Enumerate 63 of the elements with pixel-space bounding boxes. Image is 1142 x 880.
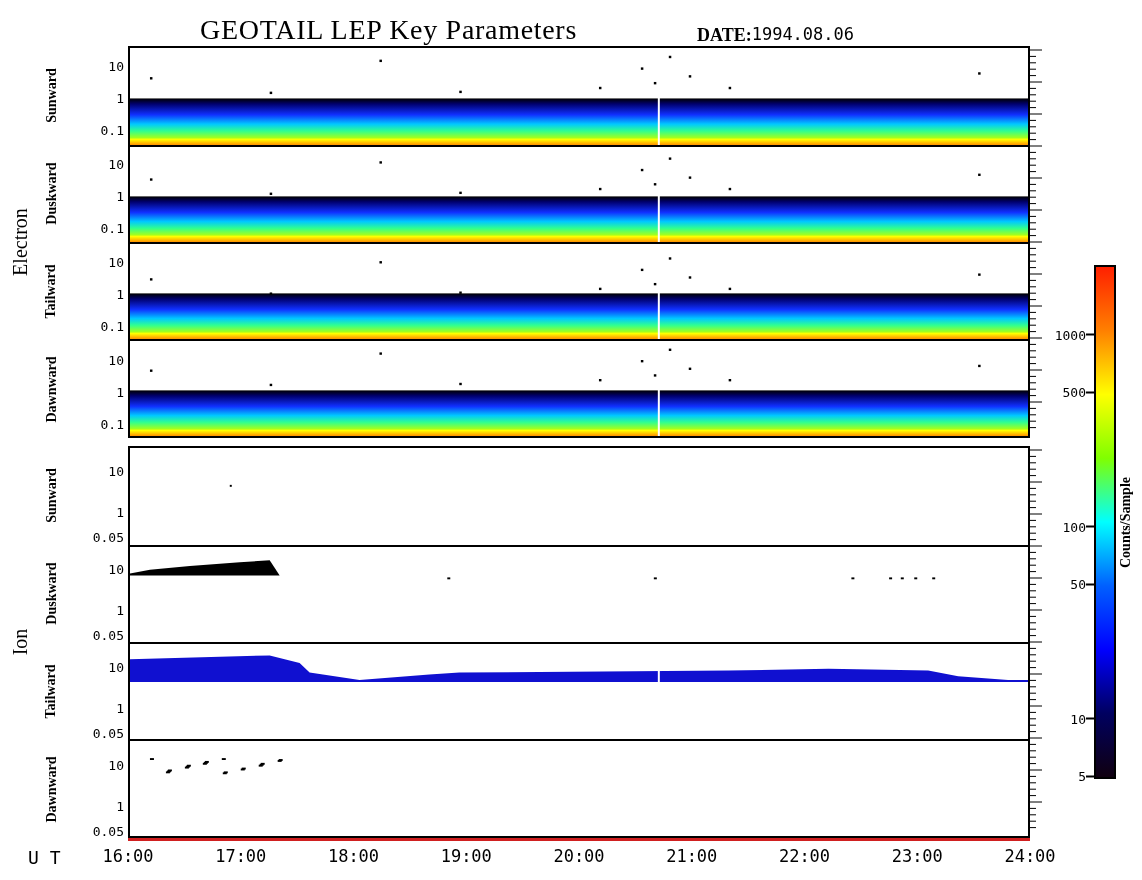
x-tick-label: 23:00 [890, 845, 944, 869]
y-tick-label: 1 [116, 385, 124, 399]
x-tick-label: 22:00 [777, 845, 832, 869]
y-tick-label: 10 [108, 255, 124, 269]
y-tick-label: 10 [108, 562, 124, 576]
tick-mark [1086, 333, 1094, 336]
colorbar-tick-label: 50 [1070, 577, 1086, 591]
y-tick-label: 1 [116, 603, 124, 617]
x-axis-label: U T [27, 845, 62, 870]
y-tick-label: 0.1 [100, 123, 124, 137]
y-tick-label: 10 [108, 157, 124, 171]
colorbar-label: Counts/Sample [1117, 476, 1135, 568]
panel-label: Dawnward [42, 755, 60, 823]
y-tick-label: 0.1 [100, 319, 124, 333]
y-tick-label: 10 [108, 353, 124, 367]
colorbar-tick-label: 5 [1078, 769, 1086, 783]
panel-label: Tailward [42, 664, 60, 718]
y-tick-label: 1 [116, 505, 124, 519]
colorbar-tick-label: 500 [1062, 385, 1086, 399]
y-tick-label: 0.1 [100, 221, 124, 235]
y-tick-label: 0.1 [100, 417, 124, 431]
tick-mark [1086, 583, 1094, 586]
tick-mark [1086, 391, 1094, 394]
date-label: DATE: [697, 26, 752, 44]
x-tick-label: 16:00 [101, 845, 155, 869]
tick-mark [1086, 525, 1094, 528]
y-tick-label: 10 [108, 464, 124, 478]
group-label: Electron [8, 208, 32, 276]
group-label: Ion [8, 628, 32, 656]
panel-label: Dawnward [42, 355, 60, 423]
colorbar-tick-label: 100 [1062, 520, 1086, 534]
colorbar-tick-label: 10 [1070, 712, 1086, 726]
panel-label: Duskward [42, 161, 60, 225]
data-gap-line [657, 194, 660, 242]
y-tick-label: 10 [108, 660, 124, 674]
y-tick-label: 0.05 [92, 726, 124, 740]
panel-label: Sunward [42, 467, 60, 523]
y-tick-label: 1 [116, 189, 124, 203]
chart-title: GEOTAIL LEP Key Parameters [200, 16, 577, 44]
data-gap-line [657, 96, 660, 145]
x-tick-label: 17:00 [214, 845, 268, 869]
panel-label: Sunward [42, 67, 60, 123]
y-tick-label: 10 [108, 758, 124, 772]
x-tick-label: 19:00 [439, 845, 493, 869]
y-tick-label: 1 [116, 701, 124, 715]
x-tick-label: 18:00 [326, 845, 381, 869]
y-tick-label: 0.05 [92, 824, 124, 838]
tick-mark [1086, 775, 1094, 778]
colorbar-tick-label: 1000 [1054, 328, 1086, 342]
data-gap-line [657, 291, 660, 339]
y-tick-label: 10 [108, 59, 124, 73]
x-tick-label: 24:00 [1003, 845, 1057, 869]
tick-mark [1086, 717, 1094, 720]
y-tick-label: 1 [116, 287, 124, 301]
y-tick-label: 0.05 [92, 530, 124, 544]
panel-label: Tailward [42, 264, 60, 318]
y-tick-label: 1 [116, 799, 124, 813]
date-value: 1994.08.06 [751, 26, 855, 44]
x-tick-label: 21:00 [665, 845, 719, 869]
y-tick-label: 0.05 [92, 628, 124, 642]
panel-label: Duskward [42, 561, 60, 625]
x-tick-label: 20:00 [552, 845, 606, 869]
y-tick-label: 1 [116, 91, 124, 105]
